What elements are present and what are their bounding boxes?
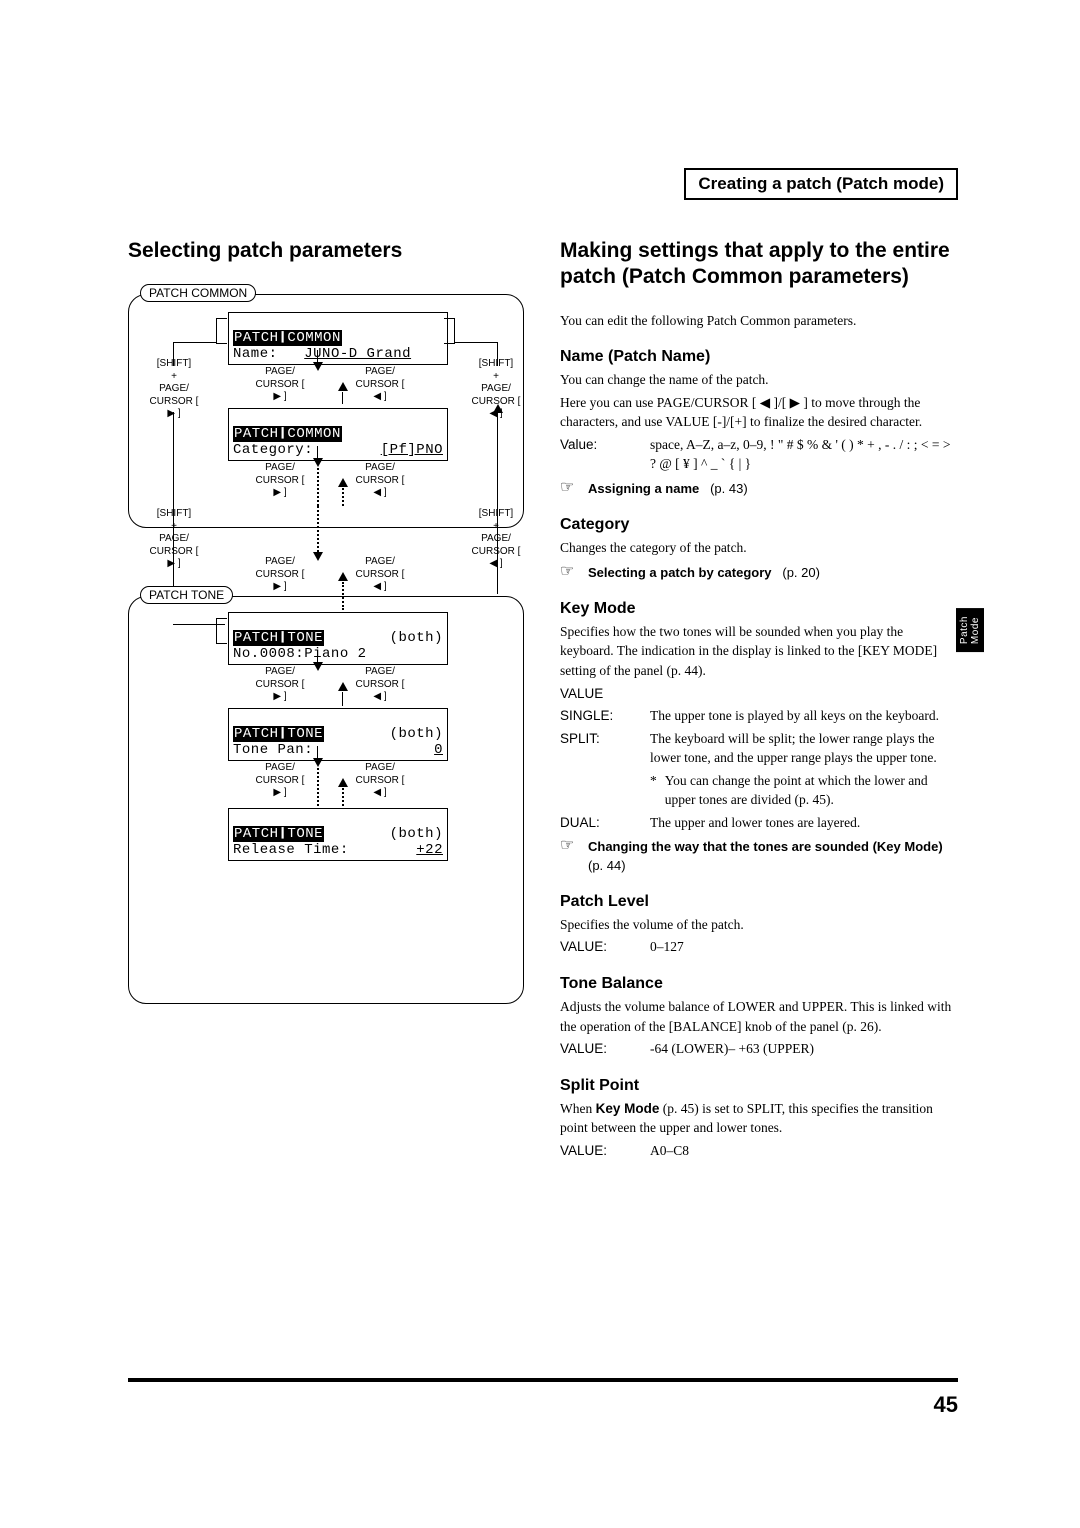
asterisk: * [650,771,657,810]
lcd-tone-release: PATCH❙TONE(both) Release Time: +22 [228,808,448,860]
splitpoint-p1: When Key Mode (p. 45) is set to SPLIT, t… [560,1099,958,1138]
h-patchlevel: Patch Level [560,893,958,911]
ref-keymode: Changing the way that the tones are soun… [588,838,958,874]
name-value-text: space, A–Z, a–z, 0–9, ! " # $ % & ' ( ) … [650,435,958,474]
name-p1: You can change the name of the patch. [560,370,958,390]
category-p1: Changes the category of the patch. [560,538,958,558]
tonebalance-value-label: VALUE: [560,1039,650,1059]
dual-label: DUAL: [560,813,650,833]
name-p2: Here you can use PAGE/CURSOR [ ◀ ]/[ ▶ ]… [560,393,958,432]
kbd-page-right-inner-2: PAGE/CURSOR [ ▶ ] [252,462,308,500]
patchlevel-value-label: VALUE: [560,937,650,957]
h-splitpoint: Split Point [560,1077,958,1095]
left-heading: Selecting patch parameters [128,238,526,264]
lcd-common-category: PATCH❙COMMON Category: [Pf]PNO [228,408,448,460]
ref-category: Selecting a patch by category (p. 20) [588,564,958,582]
group-label-common: PATCH COMMON [140,284,256,302]
split-text: The keyboard will be split; the lower ra… [650,729,958,768]
kbd-page-left-inner-1: PAGE/CURSOR [ ◀ ] [352,366,408,404]
kbd-page-left-tone-1: PAGE/CURSOR [ ◀ ] [352,666,408,704]
h-keymode: Key Mode [560,600,958,618]
intro-text: You can edit the following Patch Common … [560,311,958,331]
ref-name: Assigning a name (p. 43) [588,480,958,498]
dual-text: The upper and lower tones are layered. [650,813,958,833]
single-label: SINGLE: [560,706,650,726]
lcd-tone-no: PATCH❙TONE(both) No.0008:Piano 2 [228,612,448,664]
kbd-shift-page-right-1: [SHIFT]+PAGE/CURSOR [ ▶ ] [146,358,202,421]
single-text: The upper tone is played by all keys on … [650,706,958,726]
lcd-tone-pan: PATCH❙TONE(both) Tone Pan: 0 [228,708,448,760]
parameter-diagram: PATCH COMMON PATCH❙COMMON Name: JUNO-D G… [128,284,526,1044]
h-category: Category [560,516,958,534]
breadcrumb: Creating a patch (Patch mode) [684,168,958,200]
right-heading: Making settings that apply to the entire… [560,238,958,291]
side-tab: Patch Mode [956,608,984,652]
footer-rule [128,1378,958,1382]
keymode-p1: Specifies how the two tones will be soun… [560,622,958,681]
kbd-page-right-tone-2: PAGE/CURSOR [ ▶ ] [252,762,308,800]
splitpoint-value-text: A0–C8 [650,1141,958,1161]
kbd-page-right-inner-1: PAGE/CURSOR [ ▶ ] [252,366,308,404]
split-note: You can change the point at which the lo… [665,771,958,810]
patchlevel-p1: Specifies the volume of the patch. [560,915,958,935]
hand-icon: ☞ [560,480,582,498]
splitpoint-value-label: VALUE: [560,1141,650,1161]
group-label-tone: PATCH TONE [140,586,233,604]
page-number: 45 [934,1392,958,1418]
kbd-page-left-between: PAGE/CURSOR [ ◀ ] [352,556,408,594]
tonebalance-value-text: -64 (LOWER)– +63 (UPPER) [650,1039,958,1059]
kbd-page-right-between: PAGE/CURSOR [ ▶ ] [252,556,308,594]
split-label: SPLIT: [560,729,650,768]
h-name: Name (Patch Name) [560,348,958,366]
h-tonebalance: Tone Balance [560,975,958,993]
kbd-shift-page-left-2: [SHIFT]+PAGE/CURSOR [ ◀ ] [468,508,524,571]
kbd-shift-page-right-2: [SHIFT]+PAGE/CURSOR [ ▶ ] [146,508,202,571]
kbd-page-left-inner-2: PAGE/CURSOR [ ◀ ] [352,462,408,500]
tonebalance-p1: Adjusts the volume balance of LOWER and … [560,997,958,1036]
kbd-page-left-tone-2: PAGE/CURSOR [ ◀ ] [352,762,408,800]
kbd-page-right-tone-1: PAGE/CURSOR [ ▶ ] [252,666,308,704]
hand-icon: ☞ [560,838,582,874]
name-value-label: Value: [560,435,650,474]
hand-icon: ☞ [560,564,582,582]
patchlevel-value-text: 0–127 [650,937,958,957]
keymode-value-label: VALUE [560,684,958,704]
lcd-common-name: PATCH❙COMMON Name: JUNO-D Grand [228,312,448,364]
